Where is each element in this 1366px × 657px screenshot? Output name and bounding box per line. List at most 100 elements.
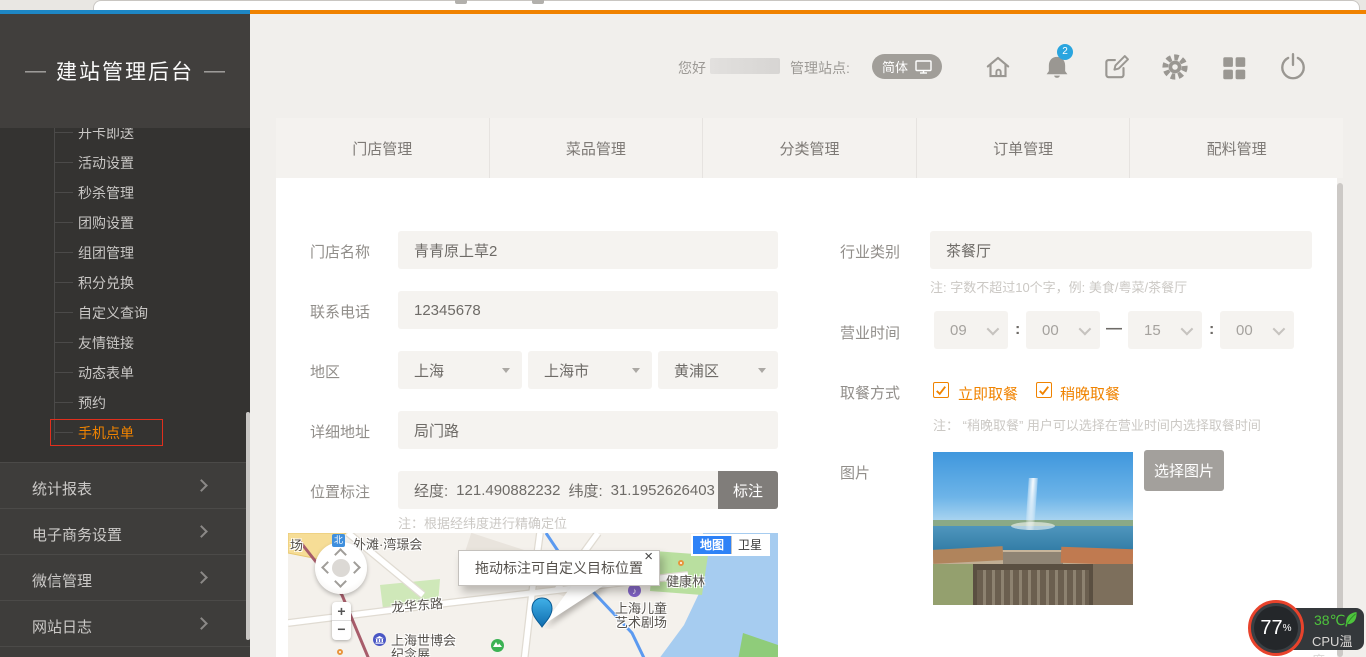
map-label-children-2: 艺术剧场 <box>615 612 667 631</box>
power-icon[interactable] <box>1278 51 1308 81</box>
chevron-right-icon <box>195 479 208 492</box>
choose-image-button[interactable]: 选择图片 <box>1144 450 1224 491</box>
lang-label: 简体 <box>882 57 908 76</box>
site-label: 管理站点: <box>790 58 850 78</box>
map-zoom-control: + − <box>332 602 351 640</box>
sidebar-section-weixinguanli[interactable]: 微信管理 <box>0 554 250 600</box>
cpu-monitor-widget[interactable]: 77 % 38℃ CPU温度 <box>1248 600 1364 657</box>
page: — 建站管理后台 — 开卡即送 活动设置 秒杀管理 团购设置 组团管理 积分兑换… <box>0 0 1366 657</box>
browser-icon-fragment <box>455 0 467 4</box>
apps-grid-icon[interactable] <box>1219 53 1249 83</box>
pickup-later-label[interactable]: 稍晚取餐 <box>1060 383 1120 404</box>
lng-value: 121.490882232 <box>456 482 560 499</box>
close-minute-select[interactable]: 00 <box>1220 311 1294 349</box>
hours-colon: : <box>1015 321 1020 339</box>
chevron-right-icon <box>195 571 208 584</box>
open-minute-select[interactable]: 00 <box>1026 311 1100 349</box>
store-name-input[interactable] <box>398 231 778 269</box>
map-type-satellite-button[interactable]: 卫星 <box>731 536 768 554</box>
phone-input[interactable] <box>398 291 778 329</box>
sidebar-item-youqinglianjie[interactable]: 友情链接 <box>0 332 250 354</box>
address-label: 详细地址 <box>310 421 370 442</box>
sidebar-scrollbar[interactable] <box>246 412 250 640</box>
pickup-later-checkbox[interactable] <box>1036 382 1052 398</box>
map-widget[interactable]: 场 外滩·湾璟会 龙华东路 上海世博会 纪念展 健康林 上海儿童 艺术剧场 ♪ <box>288 533 778 657</box>
lat-value: 31.1952626403 <box>611 482 715 499</box>
home-icon[interactable] <box>983 52 1013 82</box>
chevron-right-icon <box>195 525 208 538</box>
district-select[interactable]: 黄浦区 <box>658 351 778 389</box>
browser-chrome-strip <box>0 0 1366 10</box>
pan-right-icon[interactable] <box>348 561 361 574</box>
content-scrollbar[interactable] <box>1337 183 1343 657</box>
tooltip-close-icon[interactable]: × <box>644 549 653 565</box>
map-label-partial: 场 <box>290 535 303 554</box>
industry-note: 注: 字数不超过10个字，例: 美食/粤菜/茶餐厅 <box>930 277 1187 296</box>
leaf-icon <box>1345 611 1358 627</box>
location-label: 位置标注 <box>310 481 370 502</box>
sidebar-item-zutuanguanli[interactable]: 组团管理 <box>0 242 250 264</box>
pickup-now-checkbox[interactable] <box>933 382 949 398</box>
cpu-usage-gauge: 77 % <box>1248 600 1304 656</box>
chevron-down-icon <box>987 322 1000 335</box>
gear-icon[interactable] <box>1160 52 1190 82</box>
cpu-temperature: 38℃ <box>1314 612 1345 629</box>
sidebar-item-jifenduihuan[interactable]: 积分兑换 <box>0 272 250 294</box>
hours-dash: — <box>1106 320 1122 338</box>
address-input[interactable] <box>398 411 778 449</box>
selected-item-highlight-box <box>50 419 163 446</box>
poi-dot <box>678 560 684 566</box>
map-label-park: 健康林 <box>666 571 705 590</box>
zoom-out-button[interactable]: − <box>332 621 351 639</box>
park-poi-icon <box>491 639 504 652</box>
edit-icon[interactable] <box>1101 52 1131 82</box>
sidebar-section-tongjibaobiao[interactable]: 统计报表 <box>0 462 250 508</box>
sidebar-item-zidingyichaxun[interactable]: 自定义查询 <box>0 302 250 324</box>
tab-bar: 门店管理 菜品管理 分类管理 订单管理 配料管理 <box>276 118 1343 178</box>
museum-poi-icon <box>373 633 386 646</box>
store-photo <box>933 452 1133 605</box>
pan-down-icon[interactable] <box>334 575 347 588</box>
store-name-label: 门店名称 <box>310 241 370 262</box>
province-select[interactable]: 上海 <box>398 351 522 389</box>
zoom-in-button[interactable]: + <box>332 602 351 621</box>
greeting-text: 您好 <box>678 58 706 78</box>
lat-label: 纬度: <box>568 480 602 501</box>
site-selector-pill[interactable]: 简体 <box>872 54 942 79</box>
coordinates-input[interactable]: 经度: 121.490882232 纬度: 31.1952626403 <box>398 471 718 509</box>
title-dash: — <box>204 59 225 83</box>
hours-label: 营业时间 <box>840 322 900 343</box>
sidebar-item-miaoshaguanli[interactable]: 秒杀管理 <box>0 182 250 204</box>
phone-label: 联系电话 <box>310 301 370 322</box>
sidebar-item-dongtaibiaodan[interactable]: 动态表单 <box>0 362 250 384</box>
lng-label: 经度: <box>414 480 448 501</box>
sidebar-section-dianzishangwu[interactable]: 电子商务设置 <box>0 508 250 554</box>
title-dash: — <box>25 59 46 83</box>
close-hour-select[interactable]: 15 <box>1128 311 1202 349</box>
username-redacted <box>710 58 780 74</box>
pickup-now-label[interactable]: 立即取餐 <box>958 383 1018 404</box>
tab-dish-management[interactable]: 菜品管理 <box>490 118 704 178</box>
map-type-map-button[interactable]: 地图 <box>693 536 731 554</box>
tab-category-management[interactable]: 分类管理 <box>703 118 917 178</box>
sidebar-item-yuyue[interactable]: 预约 <box>0 392 250 414</box>
map-pan-control[interactable] <box>315 542 367 594</box>
industry-input[interactable] <box>930 231 1312 269</box>
tab-order-management[interactable]: 订单管理 <box>917 118 1131 178</box>
mark-location-button[interactable]: 标注 <box>718 471 778 509</box>
open-hour-select[interactable]: 09 <box>934 311 1008 349</box>
pan-center-knob[interactable] <box>332 559 350 577</box>
map-label-expo-2: 纪念展 <box>391 644 430 657</box>
hours-colon: : <box>1209 321 1214 339</box>
image-label: 图片 <box>840 462 870 483</box>
cpu-percent-sign: % <box>1283 623 1292 634</box>
sidebar-item-tuangoushezhi[interactable]: 团购设置 <box>0 212 250 234</box>
sidebar-item-huodongshezhi[interactable]: 活动设置 <box>0 152 250 174</box>
tab-store-management[interactable]: 门店管理 <box>276 118 490 178</box>
tab-ingredient-management[interactable]: 配料管理 <box>1130 118 1343 178</box>
map-marker-pin[interactable] <box>531 597 555 629</box>
caret-down-icon <box>502 368 510 373</box>
sidebar-section-wangzhanrizhi[interactable]: 网站日志 <box>0 600 250 646</box>
sidebar-item-kaikajisong[interactable]: 开卡即送 <box>0 128 250 144</box>
city-select[interactable]: 上海市 <box>528 351 652 389</box>
